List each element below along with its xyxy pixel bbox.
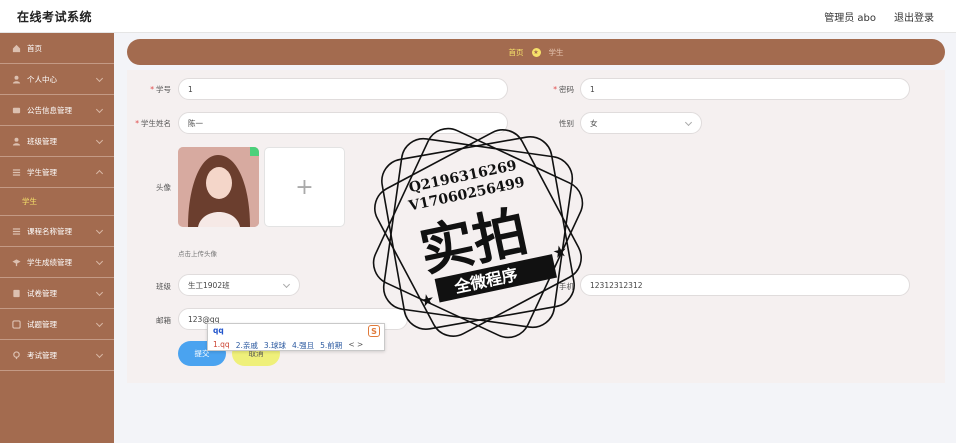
- sidebar-item-label: 公告信息管理: [27, 105, 72, 115]
- sidebar-item-label: 首页: [27, 43, 42, 53]
- sidebar-item-question[interactable]: 试题管理: [0, 309, 114, 340]
- avatar-image[interactable]: [178, 147, 259, 227]
- breadcrumb: 首页 ★ 学生: [127, 39, 945, 65]
- sidebar-item-label: 班级管理: [27, 136, 57, 146]
- sidebar-item-label: 学生管理: [27, 167, 57, 177]
- password-label: * 密码: [553, 85, 574, 94]
- user-icon: [12, 75, 21, 84]
- ime-page-nav[interactable]: < >: [348, 340, 363, 351]
- sidebar-item-student[interactable]: 学生管理: [0, 157, 114, 188]
- class-label: 班级: [156, 282, 171, 291]
- ime-composition: qq: [213, 326, 224, 335]
- chevron-down-icon: [95, 257, 104, 266]
- sidebar-item-home[interactable]: 首页: [0, 33, 114, 64]
- chevron-down-icon: [95, 319, 104, 328]
- app-title: 在线考试系统: [17, 9, 93, 24]
- list-icon: [12, 168, 21, 177]
- email-label: 邮箱: [156, 316, 171, 325]
- paper-icon: [12, 289, 21, 298]
- password-input[interactable]: 1: [580, 78, 910, 100]
- avatar-upload-button[interactable]: +: [264, 147, 345, 227]
- gender-label: 性别: [559, 119, 574, 128]
- current-user-label[interactable]: 管理员 abo: [824, 9, 876, 24]
- avatar-label: 头像: [156, 183, 171, 192]
- sidebar-item-label: 试题管理: [27, 319, 57, 329]
- home-icon: [12, 44, 21, 53]
- logout-link[interactable]: 退出登录: [894, 9, 934, 24]
- sidebar-item-label: 考试管理: [27, 350, 57, 360]
- chevron-down-icon: [95, 226, 104, 235]
- chevron-down-icon: [282, 280, 291, 289]
- sidebar-item-paper[interactable]: 试卷管理: [0, 278, 114, 309]
- ime-candidate[interactable]: 4.强且: [292, 340, 314, 351]
- sidebar-subitem-student[interactable]: 学生: [0, 188, 114, 216]
- ime-candidate[interactable]: 5.前期: [320, 340, 342, 351]
- student-name-input[interactable]: 陈一: [178, 112, 508, 134]
- ime-candidate[interactable]: 1.qq: [213, 340, 230, 351]
- chevron-down-icon: [95, 136, 104, 145]
- ime-candidate-list: 1.qq 2.亲戚 3.球球 4.强且 5.前期 < >: [213, 340, 363, 351]
- top-header: 在线考试系统 管理员 abo 退出登录: [0, 0, 956, 33]
- sidebar-item-notice[interactable]: 公告信息管理: [0, 95, 114, 126]
- gender-value: 女: [590, 118, 598, 128]
- question-icon: [12, 319, 21, 329]
- phone-label: 手机: [559, 282, 574, 291]
- sidebar-item-grades[interactable]: 学生成绩管理: [0, 247, 114, 278]
- class-value: 生工1902班: [188, 280, 230, 290]
- avatar-photo: [178, 147, 259, 227]
- user-icon: [12, 137, 21, 146]
- student-name-label: * 学生姓名: [135, 119, 171, 128]
- list-icon: [12, 227, 21, 236]
- chevron-down-icon: [684, 118, 693, 127]
- breadcrumb-current: 学生: [548, 47, 564, 57]
- ime-logo-icon: S: [368, 325, 380, 337]
- sidebar-item-personal-center[interactable]: 个人中心: [0, 64, 114, 95]
- avatar-upload-hint: 点击上传头像: [178, 250, 217, 258]
- class-select[interactable]: 生工1902班: [178, 274, 300, 296]
- sidebar-item-class[interactable]: 班级管理: [0, 126, 114, 157]
- sidebar-item-label: 个人中心: [27, 74, 57, 84]
- sidebar-item-course[interactable]: 课程名称管理: [0, 216, 114, 247]
- notice-icon: [12, 106, 21, 115]
- grad-icon: [12, 258, 21, 267]
- student-id-label: * 学号: [150, 85, 171, 94]
- star-icon: ★: [531, 47, 541, 57]
- phone-input[interactable]: 12312312312: [580, 274, 910, 296]
- ime-candidate[interactable]: 3.球球: [264, 340, 286, 351]
- sidebar-item-label: 试卷管理: [27, 288, 57, 298]
- header-actions: 管理员 abo 退出登录: [824, 9, 934, 24]
- chevron-down-icon: [95, 74, 104, 83]
- chevron-down-icon: [95, 288, 104, 297]
- sidebar: 首页 个人中心 公告信息管理 班级管理 学生管理 学生 课程名称管理 学生成绩管…: [0, 33, 114, 443]
- chevron-down-icon: [95, 350, 104, 359]
- sidebar-item-exam[interactable]: 考试管理: [0, 340, 114, 371]
- chevron-up-icon: [95, 169, 104, 178]
- chevron-down-icon: [95, 105, 104, 114]
- exam-icon: [12, 350, 21, 360]
- gender-select[interactable]: 女: [580, 112, 702, 134]
- sidebar-item-label: 课程名称管理: [27, 226, 72, 236]
- student-id-input[interactable]: 1: [178, 78, 508, 100]
- sidebar-item-label: 学生成绩管理: [27, 257, 72, 267]
- breadcrumb-home[interactable]: 首页: [509, 47, 524, 58]
- ime-candidate[interactable]: 2.亲戚: [236, 340, 258, 351]
- ime-candidate-popup: qq S 1.qq 2.亲戚 3.球球 4.强且 5.前期 < >: [207, 323, 385, 351]
